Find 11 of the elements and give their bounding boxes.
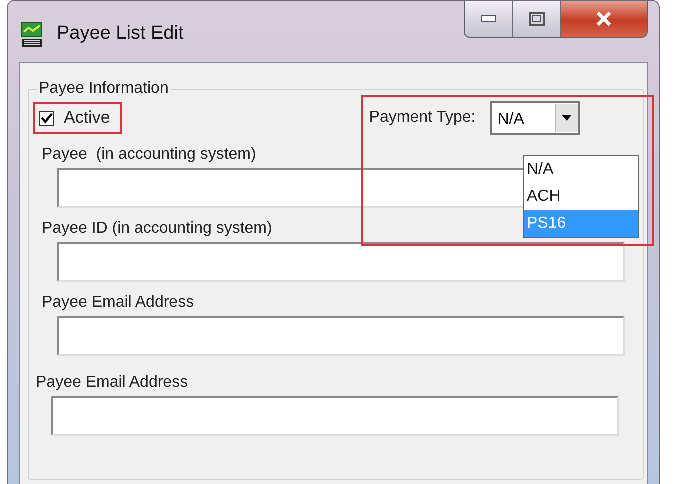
- group-title: Payee Information: [38, 80, 170, 98]
- active-checkbox[interactable]: Active: [33, 102, 122, 134]
- field-label: Payee Email Address: [42, 294, 194, 312]
- window-title: Payee List Edit: [57, 22, 184, 44]
- dropdown-option[interactable]: N/A: [524, 156, 638, 183]
- dropdown-option[interactable]: ACH: [524, 183, 638, 210]
- field-label: Payee Email Address: [36, 374, 188, 392]
- payment-type-label: Payment Type:: [369, 109, 476, 127]
- payment-type-dropdown[interactable]: N/A: [490, 101, 580, 135]
- field-label: Payee (in accounting system): [42, 146, 256, 164]
- field-label: Payee ID (in accounting system): [42, 220, 272, 238]
